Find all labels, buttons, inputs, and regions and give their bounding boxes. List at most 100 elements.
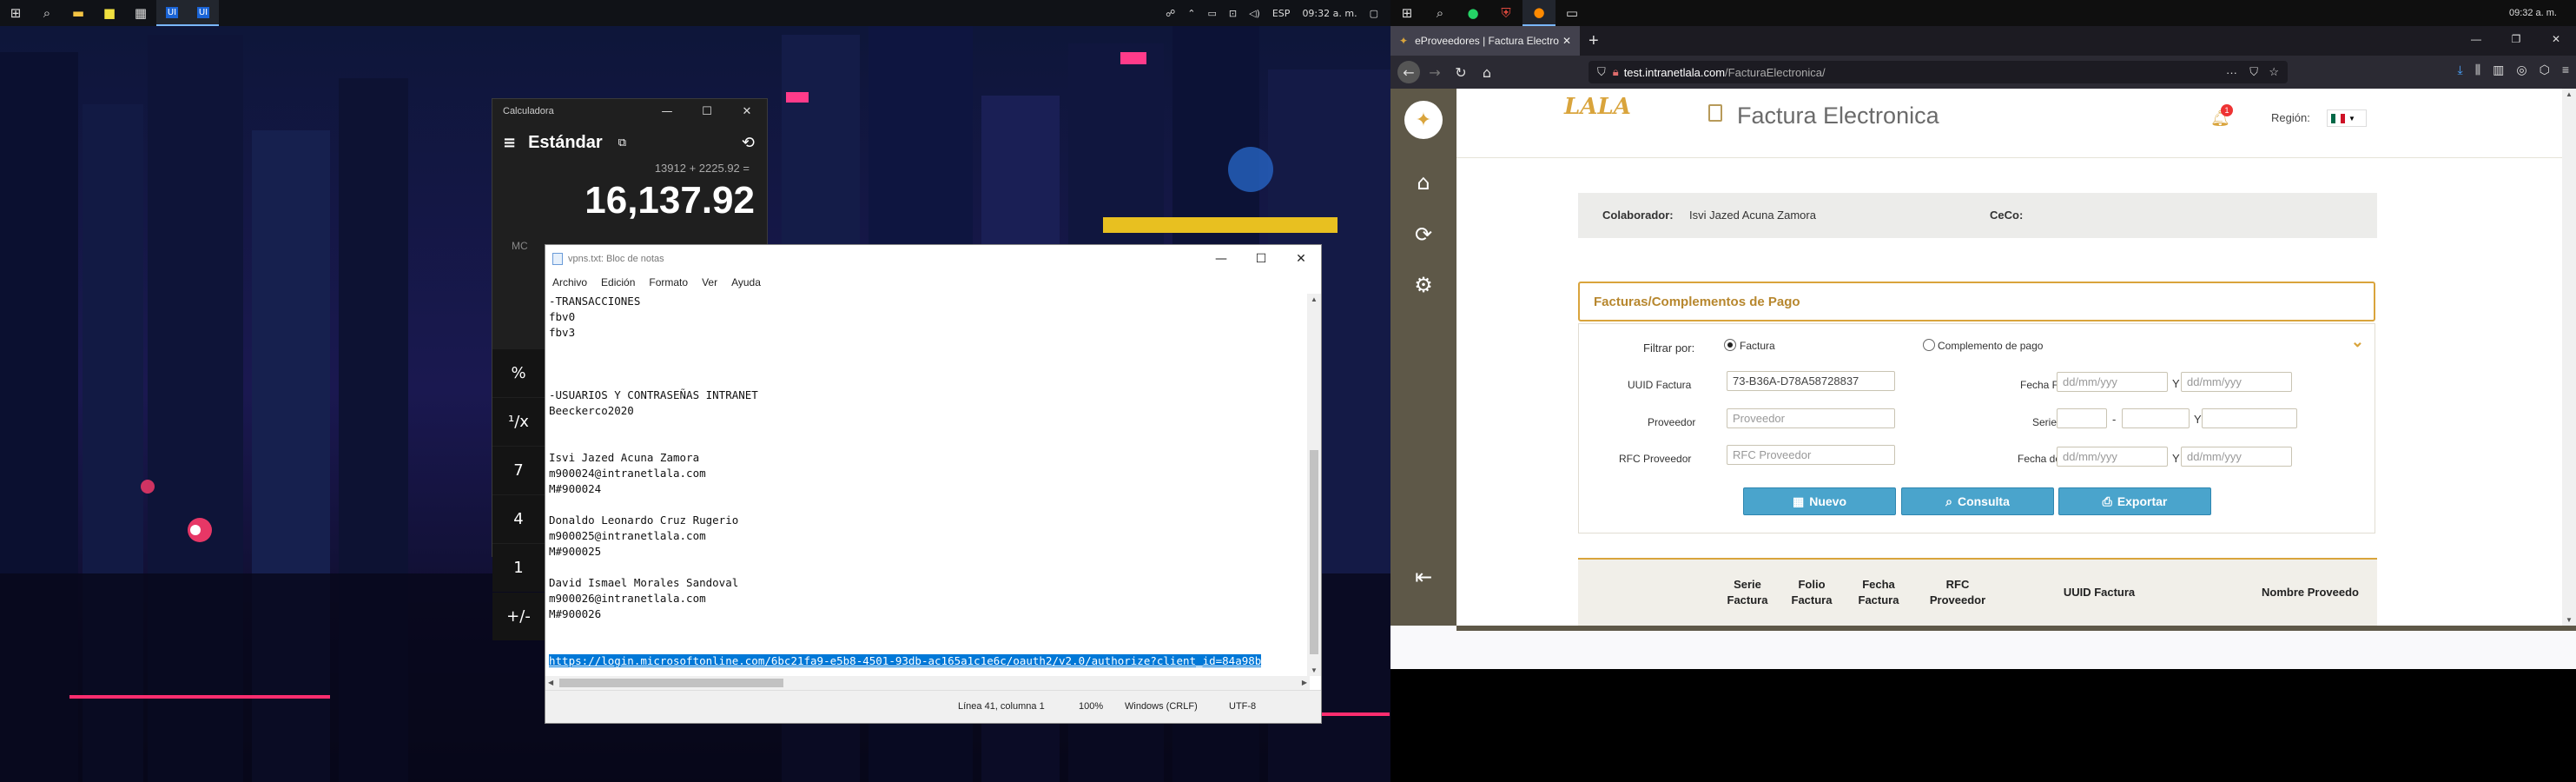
minimize-button[interactable]: —: [647, 99, 687, 123]
new-tab-icon[interactable]: +: [1589, 31, 1599, 51]
lala-logo[interactable]: LALA: [1564, 94, 1660, 129]
panel-header[interactable]: Facturas/Complementos de Pago: [1578, 282, 2375, 321]
shield-icon[interactable]: ⛨: [1489, 0, 1522, 26]
reload-button[interactable]: ↻: [1448, 59, 1474, 85]
region-selector[interactable]: ▼: [2327, 109, 2367, 127]
uuid-input[interactable]: 73-B36A-D78A58728837: [1727, 371, 1895, 391]
collapse-chevron-icon[interactable]: ⌄: [2351, 333, 2364, 351]
scroll-up-icon[interactable]: ▲: [1311, 295, 1318, 303]
language-indicator[interactable]: ESP: [1272, 8, 1291, 19]
more-icon[interactable]: ···: [2226, 66, 2237, 79]
scroll-left-icon[interactable]: ◀: [548, 679, 553, 686]
fecha-pago-to-input[interactable]: dd/mm/yyy: [2181, 447, 2292, 467]
network-icon[interactable]: ⊡: [1229, 8, 1237, 19]
url-bar[interactable]: ⛉ 🔒︎ test.intranetlala.com/FacturaElectr…: [1589, 61, 2288, 83]
page-scrollbar[interactable]: ▲ ▼: [2562, 89, 2576, 626]
account-icon[interactable]: ◎: [2516, 63, 2526, 77]
one-key[interactable]: 1: [492, 544, 545, 592]
settings-gear-icon[interactable]: ⚙: [1403, 264, 1444, 306]
negate-key[interactable]: +/-: [492, 593, 545, 640]
keep-on-top-icon[interactable]: ⧉: [618, 136, 626, 149]
seven-key[interactable]: 7: [492, 447, 545, 494]
fecha-factura-to-input[interactable]: dd/mm/yyy: [2181, 372, 2292, 392]
clock[interactable]: 09:32 a. m.: [1302, 8, 1357, 19]
sticky-notes-icon[interactable]: ■: [94, 0, 125, 26]
notification-icon[interactable]: ▢: [1370, 8, 1378, 19]
rfc-proveedor-input[interactable]: RFC Proveedor: [1727, 445, 1895, 465]
ui-icon[interactable]: UI: [188, 0, 219, 26]
lock-icon[interactable]: 🔒︎: [1613, 65, 1619, 79]
forward-button[interactable]: →: [1422, 59, 1448, 85]
close-button[interactable]: ✕: [727, 99, 767, 123]
fecha-pago-from-input[interactable]: dd/mm/yyy: [2057, 447, 2168, 467]
scroll-down-icon[interactable]: ▼: [2566, 616, 2573, 624]
notepad-text-area[interactable]: -TRANSACCIONES fbv0 fbv3 -USUARIOS Y CONTRA…: [545, 294, 1310, 667]
download-icon[interactable]: ⤓: [2457, 63, 2462, 77]
folio-to-input[interactable]: [2202, 408, 2297, 428]
maximize-button[interactable]: ☐: [687, 99, 727, 123]
proveedor-input[interactable]: Proveedor: [1727, 408, 1895, 428]
scroll-up-icon[interactable]: ▲: [2566, 90, 2573, 98]
battery-icon[interactable]: ▭: [1207, 8, 1216, 19]
consulta-button[interactable]: ⌕ Consulta: [1901, 487, 2054, 515]
search-icon[interactable]: ⌕: [31, 0, 63, 26]
extension-icon[interactable]: ⬡: [2540, 63, 2550, 77]
home-button[interactable]: ⌂: [1474, 59, 1500, 85]
logout-icon[interactable]: ⇤: [1403, 556, 1444, 598]
maximize-button[interactable]: ☐: [1241, 245, 1281, 273]
menu-ayuda[interactable]: Ayuda: [731, 276, 761, 288]
horizontal-scrollbar[interactable]: ◀ ▶: [545, 676, 1310, 690]
library-icon[interactable]: ⫼: [2475, 63, 2480, 77]
scroll-thumb[interactable]: [1310, 450, 1318, 654]
bookmark-star-icon[interactable]: ☆: [2269, 65, 2279, 79]
radio-complemento[interactable]: [1923, 339, 1935, 351]
minimize-button[interactable]: —: [1201, 245, 1241, 273]
hamburger-icon[interactable]: ≡: [503, 134, 516, 152]
windows-icon[interactable]: ⊞: [0, 0, 31, 26]
radio-factura[interactable]: [1724, 339, 1736, 351]
close-button[interactable]: ✕: [1281, 245, 1321, 273]
search-icon[interactable]: ⌕: [1423, 0, 1456, 26]
scroll-right-icon[interactable]: ▶: [1302, 679, 1307, 686]
menu-ver[interactable]: Ver: [702, 276, 717, 288]
file-explorer-icon[interactable]: ▬: [63, 0, 94, 26]
serie-input[interactable]: [2057, 408, 2107, 428]
reciprocal-key[interactable]: ¹/x: [492, 398, 545, 446]
notepad-titlebar[interactable]: vpns.txt: Bloc de notas — ☐ ✕: [545, 245, 1321, 273]
clock[interactable]: 09:32 a. m.: [2509, 8, 2557, 18]
selected-text[interactable]: https://login.microsoftonline.com/6bc21f…: [549, 654, 1262, 667]
folio-input[interactable]: [2122, 408, 2190, 428]
close-tab-icon[interactable]: ✕: [1562, 35, 1571, 47]
people-icon[interactable]: ☍: [1166, 8, 1175, 19]
restore-button[interactable]: ❐: [2496, 26, 2536, 52]
four-key[interactable]: 4: [492, 495, 545, 543]
pocket-icon[interactable]: ⛉: [2249, 65, 2258, 79]
volume-icon[interactable]: ◁): [1249, 8, 1260, 19]
calculator-titlebar[interactable]: Calculadora — ☐ ✕: [492, 99, 767, 123]
ui-icon[interactable]: UI: [156, 0, 188, 26]
minimize-button[interactable]: —: [2456, 26, 2496, 52]
back-button[interactable]: ←: [1396, 59, 1422, 85]
chevron-up-icon[interactable]: ⌃: [1187, 8, 1195, 19]
refresh-icon[interactable]: ⟳: [1403, 214, 1444, 255]
scroll-thumb[interactable]: [559, 679, 783, 687]
menu-edicion[interactable]: Edición: [601, 276, 635, 288]
store-icon[interactable]: ⌂: [1403, 162, 1444, 203]
sidebar-icon[interactable]: ▥: [2493, 63, 2504, 77]
app-icon[interactable]: ▭: [1556, 0, 1589, 26]
close-button[interactable]: ✕: [2536, 26, 2576, 52]
scroll-down-icon[interactable]: ▼: [1311, 666, 1318, 674]
history-icon[interactable]: ⟲: [742, 134, 755, 152]
calculator-icon[interactable]: ▦: [125, 0, 156, 26]
shield-icon[interactable]: ⛉: [1597, 65, 1606, 79]
lala-bird-icon[interactable]: ✦: [1403, 99, 1444, 141]
menu-formato[interactable]: Formato: [649, 276, 688, 288]
nuevo-button[interactable]: ▦ Nuevo: [1743, 487, 1896, 515]
exportar-button[interactable]: ⎙ Exportar: [2058, 487, 2211, 515]
windows-icon[interactable]: ⊞: [1390, 0, 1423, 26]
percent-key[interactable]: %: [492, 349, 545, 397]
firefox-icon[interactable]: ●: [1522, 0, 1556, 26]
vertical-scrollbar[interactable]: ▲ ▼: [1307, 294, 1321, 676]
menu-archivo[interactable]: Archivo: [552, 276, 587, 288]
menu-icon[interactable]: ≡: [2562, 63, 2569, 77]
